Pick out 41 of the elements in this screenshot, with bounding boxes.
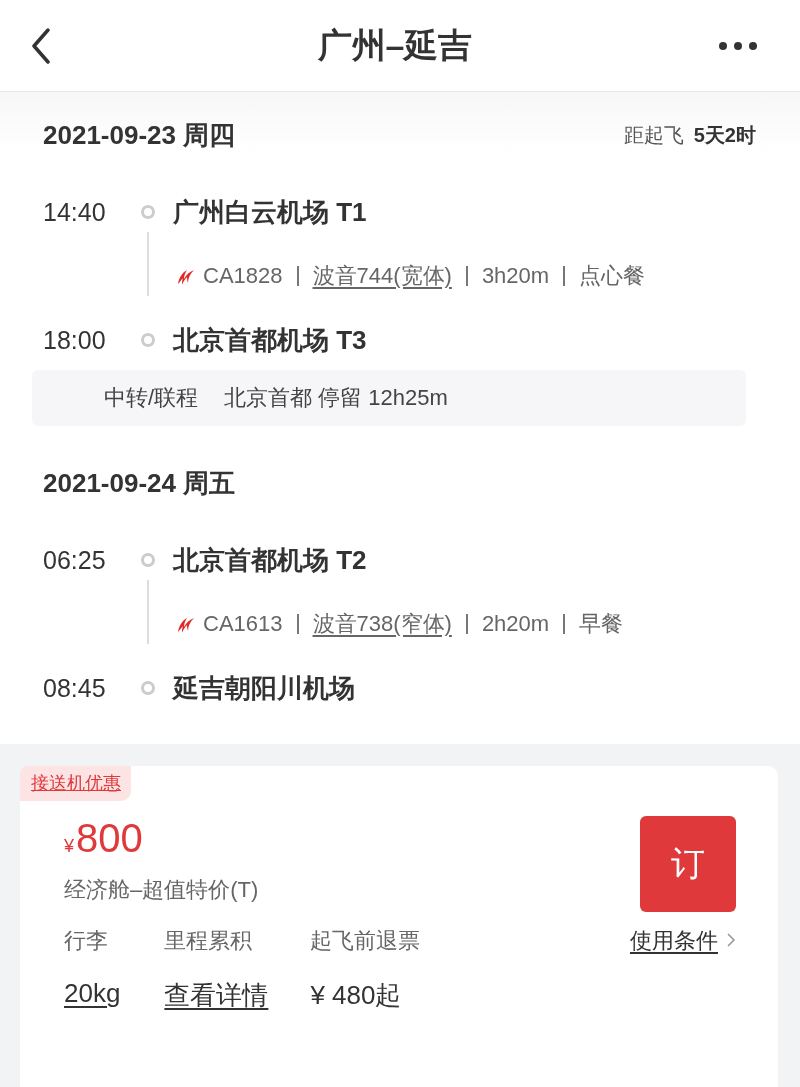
transfer-label: 中转/联程 — [104, 384, 199, 412]
meal-info: 早餐 — [579, 610, 624, 638]
timeline-dot — [141, 333, 155, 347]
page-title: 广州–延吉 — [317, 24, 473, 66]
flight-duration: 3h20m — [481, 263, 550, 289]
airport-name: 延吉朝阳川机场 — [173, 671, 355, 705]
price-amount: 800 — [76, 816, 143, 861]
layover-info: 北京首都 停留 12h25m — [224, 384, 448, 412]
airport-name: 北京首都机场 T2 — [173, 543, 367, 577]
cabin-class: 经济舱–超值特价(T) — [64, 876, 259, 904]
back-icon[interactable] — [30, 27, 52, 64]
flight-duration: 2h20m — [481, 611, 550, 637]
flight-number: CA1828 — [203, 263, 283, 289]
promo-tag[interactable]: 接送机优惠 — [20, 766, 131, 801]
detail-value: ¥ 480起 — [310, 979, 403, 1012]
flight-date: 2021-09-23 周四 — [43, 118, 236, 152]
airport-name: 北京首都机场 T3 — [173, 323, 367, 357]
flight-number: CA1613 — [203, 611, 283, 637]
departure-time: 14:40 — [42, 197, 107, 227]
detail-label: 起飞前退票 — [310, 927, 421, 955]
detail-link[interactable]: 20kg — [64, 978, 121, 1009]
detail-label: 里程累积 — [164, 927, 254, 955]
conditions-link[interactable]: 使用条件 — [630, 926, 718, 956]
airport-name: 广州白云机场 T1 — [173, 195, 367, 229]
timeline-dot — [141, 205, 155, 219]
currency-symbol: ¥ — [64, 836, 74, 857]
aircraft-link[interactable]: 波音744(宽体) — [312, 261, 452, 291]
flight-date: 2021-09-24 周五 — [43, 466, 236, 500]
arrival-time: 18:00 — [42, 325, 107, 355]
aircraft-link[interactable]: 波音738(窄体) — [312, 609, 452, 639]
detail-label: 行李 — [64, 927, 109, 955]
countdown-value: 5天2时 — [693, 122, 756, 148]
departure-time: 06:25 — [42, 545, 107, 575]
detail-link[interactable]: 查看详情 — [164, 978, 269, 1013]
countdown-label: 距起飞 — [623, 122, 684, 148]
arrival-time: 08:45 — [42, 673, 107, 703]
book-button[interactable]: 订 — [640, 816, 736, 912]
timeline-dot — [141, 553, 155, 567]
meal-info: 点心餐 — [579, 262, 646, 290]
more-icon[interactable] — [718, 40, 758, 51]
timeline-dot — [141, 681, 155, 695]
